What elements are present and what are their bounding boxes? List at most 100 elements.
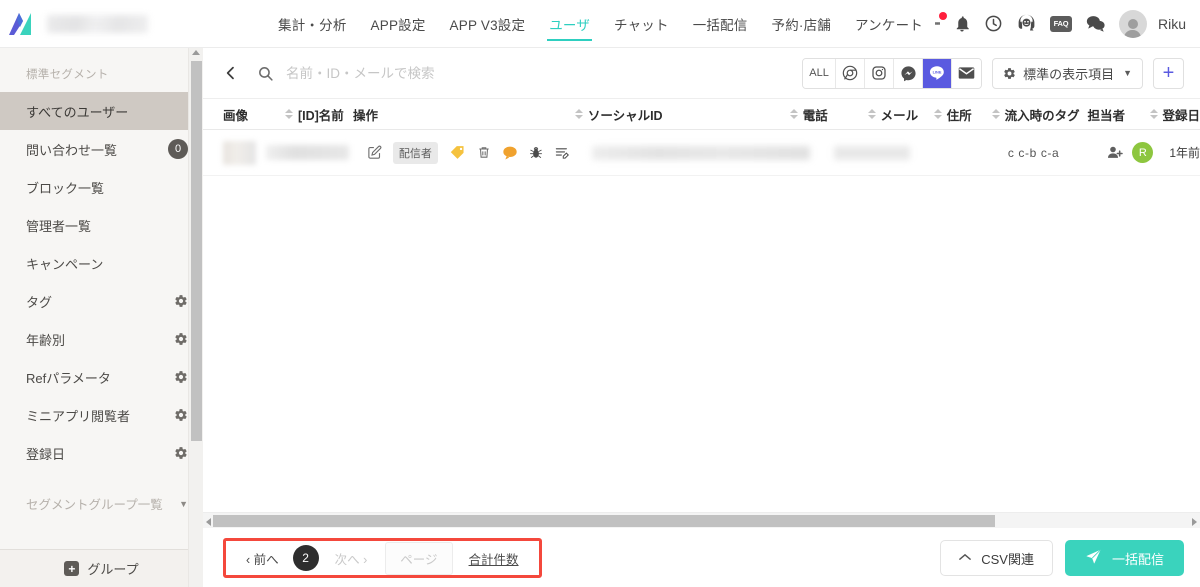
channel-instagram[interactable] <box>865 59 894 88</box>
gear-icon[interactable] <box>174 332 188 346</box>
nav-item-app-v3-settings[interactable]: APP V3設定 <box>438 0 538 47</box>
content-toolbar: ALL <box>203 48 1200 98</box>
column-label: 電話 <box>803 105 828 124</box>
sort-icon[interactable] <box>285 109 293 119</box>
inflow-tag-value: c c-b c-a <box>1008 146 1059 160</box>
column-label: 登録日 <box>1163 105 1200 124</box>
prev-page-button[interactable]: ‹ 前へ <box>236 549 289 568</box>
nav-item-broadcast[interactable]: 一括配信 <box>681 0 760 47</box>
edit-icon[interactable] <box>367 145 382 160</box>
sidebar-item-campaign[interactable]: キャンペーン <box>0 244 202 282</box>
search-icon[interactable] <box>257 65 274 82</box>
column-inflow-tag[interactable]: 流入時のタグ <box>992 105 1088 124</box>
nav-item-chat[interactable]: チャット <box>602 0 681 47</box>
footer-bar: ‹ 前へ 2 次へ › ページ 合計件数 CSV関連 一括配信 <box>203 529 1200 587</box>
add-user-icon[interactable] <box>1107 145 1123 160</box>
chat-bubble-icon[interactable] <box>502 145 518 160</box>
table-row[interactable]: 配信者 <box>203 130 1200 176</box>
sidebar-item-block-list[interactable]: ブロック一覧 <box>0 168 202 206</box>
list-edit-icon[interactable] <box>554 145 570 160</box>
sort-icon[interactable] <box>992 109 1000 119</box>
nav-item-analytics[interactable]: 集計・分析 <box>266 0 359 47</box>
bell-icon[interactable] <box>953 15 971 33</box>
search-input[interactable] <box>286 66 616 81</box>
sidebar-item-miniapp-viewers[interactable]: ミニアプリ閲覧者 <box>0 396 202 434</box>
delete-trash-icon[interactable] <box>477 145 491 160</box>
sidebar-scrollbar-thumb[interactable] <box>191 61 202 441</box>
scroll-right-arrow-icon[interactable] <box>1192 518 1197 526</box>
sidebar-group-section[interactable]: セグメントグループ一覧 ▼ <box>0 472 202 519</box>
bug-icon[interactable] <box>529 145 543 160</box>
sort-icon[interactable] <box>575 109 583 119</box>
add-column-button[interactable]: + <box>1153 58 1184 89</box>
sender-badge[interactable]: 配信者 <box>393 142 438 164</box>
chat-bubble-icon[interactable] <box>1085 14 1106 33</box>
nav-item-app-settings[interactable]: APP設定 <box>359 0 438 47</box>
channel-mail[interactable] <box>952 59 981 88</box>
row-operations: 配信者 <box>367 142 570 164</box>
sidebar-item-admin-list[interactable]: 管理者一覧 <box>0 206 202 244</box>
gear-icon[interactable] <box>174 408 188 422</box>
column-phone[interactable]: 電話 <box>790 105 868 124</box>
nav-item-users[interactable]: ユーザ <box>537 0 602 47</box>
sort-icon[interactable] <box>934 109 942 119</box>
display-columns-select[interactable]: 標準の表示項目 ▼ <box>992 58 1143 89</box>
sidebar-item-label: ブロック一覧 <box>26 178 188 197</box>
scroll-up-arrow-icon[interactable] <box>192 50 200 55</box>
sort-icon[interactable] <box>1150 109 1158 119</box>
sidebar-scrollbar[interactable] <box>188 48 203 587</box>
horizontal-scrollbar-thumb[interactable] <box>213 515 995 527</box>
current-page-indicator[interactable]: 2 <box>293 545 319 571</box>
logo-wrap[interactable] <box>0 11 41 37</box>
user-name[interactable]: Riku <box>1158 16 1186 32</box>
sidebar-item-label: ミニアプリ閲覧者 <box>26 406 174 425</box>
faq-icon[interactable]: FAQ <box>1050 16 1072 32</box>
channel-all[interactable]: ALL <box>803 59 836 88</box>
gear-icon[interactable] <box>174 446 188 460</box>
nav-item-reservation-store[interactable]: 予約·店舗 <box>760 0 844 47</box>
user-name-redacted <box>266 145 349 160</box>
sidebar-item-registration-date[interactable]: 登録日 <box>0 434 202 472</box>
sidebar-item-inquiries[interactable]: 問い合わせ一覧 0 <box>0 130 202 168</box>
channel-filter-group: ALL <box>802 58 982 89</box>
clock-icon[interactable] <box>984 14 1003 33</box>
column-mail[interactable]: メール <box>868 105 934 124</box>
sidebar-item-age-group[interactable]: 年齢別 <box>0 320 202 358</box>
column-social-id[interactable]: ソーシャルID <box>575 105 790 124</box>
column-label: 操作 <box>353 105 378 124</box>
nav-item-survey[interactable]: アンケート <box>843 0 935 47</box>
csv-related-button[interactable]: CSV関連 <box>940 540 1053 576</box>
kebab-menu-icon[interactable] <box>935 14 940 34</box>
table-horizontal-scrollbar[interactable] <box>203 512 1200 528</box>
sort-icon[interactable] <box>868 109 876 119</box>
channel-line[interactable]: LINE <box>923 59 952 88</box>
social-id-redacted <box>592 146 810 160</box>
next-page-button[interactable]: 次へ › <box>323 549 380 568</box>
support-headset-icon[interactable] <box>1016 13 1037 34</box>
chevron-left-icon[interactable] <box>223 65 257 81</box>
gear-icon[interactable] <box>174 294 188 308</box>
sidebar-item-ref-parameter[interactable]: Refパラメータ <box>0 358 202 396</box>
column-id-name[interactable]: [ID]名前 <box>285 105 353 124</box>
tag-icon[interactable] <box>449 144 466 161</box>
chevron-down-icon[interactable]: ▼ <box>179 499 188 509</box>
app-header: 集計・分析 APP設定 APP V3設定 ユーザ チャット 一括配信 予約·店舗… <box>0 0 1200 48</box>
channel-messenger[interactable] <box>894 59 923 88</box>
page-jump-button[interactable]: ページ <box>385 542 452 575</box>
column-registered[interactable]: 登録日 <box>1150 105 1200 124</box>
toolbar-right: ALL <box>802 58 1184 89</box>
column-address[interactable]: 住所 <box>934 105 992 124</box>
scroll-left-arrow-icon[interactable] <box>206 518 211 526</box>
sort-icon[interactable] <box>790 109 798 119</box>
channel-web[interactable] <box>836 59 865 88</box>
broadcast-button[interactable]: 一括配信 <box>1065 540 1184 576</box>
total-count-link[interactable]: 合計件数 <box>459 549 529 568</box>
plus-icon: + <box>1163 63 1175 83</box>
avatar[interactable] <box>1119 10 1147 38</box>
add-group-button[interactable]: + グループ <box>0 549 203 587</box>
sidebar-item-all-users[interactable]: すべてのユーザー <box>0 92 202 130</box>
gear-icon[interactable] <box>174 370 188 384</box>
registered-value: 1年前 <box>1169 144 1200 161</box>
sidebar-item-tag[interactable]: タグ <box>0 282 202 320</box>
assignee-avatar[interactable]: R <box>1132 142 1153 163</box>
